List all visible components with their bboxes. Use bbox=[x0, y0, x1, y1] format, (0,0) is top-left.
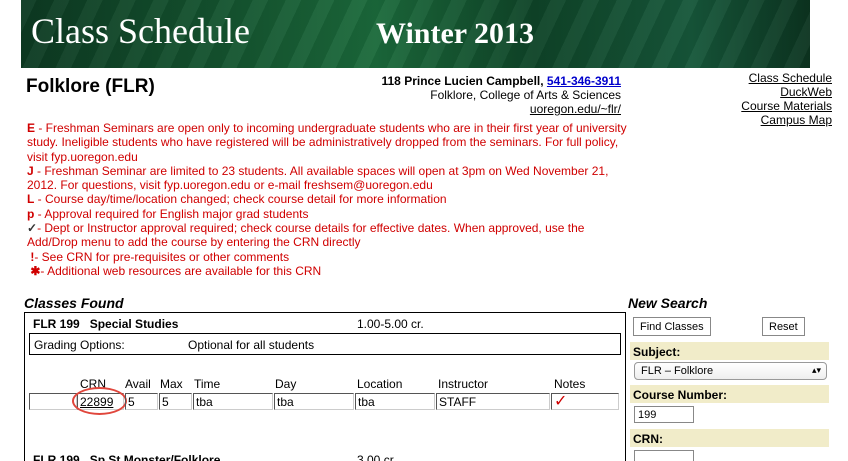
table-row: 22899 5 5 tba tba tba STAFF ✓ bbox=[25, 387, 621, 415]
avail-cell: 5 bbox=[125, 393, 158, 410]
crn-field-area bbox=[630, 447, 829, 461]
link-class-schedule[interactable]: Class Schedule bbox=[741, 71, 832, 85]
search-panel: Find Classes Reset Subject: FLR – Folklo… bbox=[628, 312, 829, 461]
course-credits: 1.00-5.00 cr. bbox=[357, 317, 424, 331]
page-title: Folklore (FLR) bbox=[26, 76, 155, 97]
column-header-day: Day bbox=[275, 377, 297, 391]
notes-cell: ✓ bbox=[551, 393, 619, 410]
note-item: p - Approval required for English major … bbox=[27, 206, 309, 221]
note-item: L - Course day/time/location changed; ch… bbox=[27, 192, 447, 207]
banner-term: Winter 2013 bbox=[376, 17, 535, 50]
note-item: !- See CRN for pre-requisites or other c… bbox=[30, 249, 290, 264]
classes-found-heading: Classes Found bbox=[24, 295, 124, 311]
classes-table: FLR 199 Special Studies 1.00-5.00 cr. Gr… bbox=[24, 312, 626, 461]
column-header-location: Location bbox=[357, 377, 403, 391]
note-item: E - Freshman Seminars are open only to i… bbox=[27, 121, 627, 164]
grading-options: Grading Options: Optional for all studen… bbox=[29, 333, 621, 355]
max-cell: 5 bbox=[159, 393, 192, 410]
select-arrows-icon: ▴▾ bbox=[811, 365, 821, 375]
department-address: 118 Prince Lucien Campbell, bbox=[381, 74, 544, 88]
column-header-max: Max bbox=[160, 377, 183, 391]
department-contact: 118 Prince Lucien Campbell, 541-346-3911… bbox=[382, 74, 622, 116]
new-search-heading: New Search bbox=[628, 295, 708, 311]
row-spacer bbox=[29, 393, 77, 410]
crn-label: CRN: bbox=[630, 429, 829, 447]
asterisk-icon: ✱ bbox=[30, 263, 41, 278]
department-college: Folklore, College of Arts & Sciences bbox=[430, 88, 621, 102]
note-item: ✓- Dept or Instructor approval required;… bbox=[27, 221, 585, 250]
note-item: ✱- Additional web resources are availabl… bbox=[30, 263, 322, 278]
subject-select[interactable]: FLR – Folklore ▴▾ bbox=[634, 362, 827, 380]
column-header-notes: Notes bbox=[554, 377, 586, 391]
course-number-input[interactable] bbox=[634, 406, 694, 423]
course-title: FLR 199 Sp St Monster/Folklore bbox=[33, 453, 221, 461]
column-header-avail: Avail bbox=[125, 377, 151, 391]
reset-button[interactable]: Reset bbox=[762, 317, 805, 336]
time-cell: tba bbox=[193, 393, 273, 410]
quick-links: Class Schedule DuckWeb Course Materials … bbox=[741, 71, 832, 127]
checkmark-icon: ✓ bbox=[27, 221, 38, 236]
link-course-materials[interactable]: Course Materials bbox=[741, 99, 832, 113]
checkmark-icon: ✓ bbox=[554, 393, 568, 410]
subject-field-area: FLR – Folklore ▴▾ bbox=[630, 360, 829, 382]
grading-value: Optional for all students bbox=[188, 338, 315, 352]
course-number-label: Course Number: bbox=[630, 385, 829, 403]
day-cell: tba bbox=[274, 393, 354, 410]
banner-title: Class Schedule bbox=[31, 11, 250, 51]
grading-label: Grading Options: bbox=[34, 338, 125, 352]
find-classes-button[interactable]: Find Classes bbox=[633, 317, 711, 336]
course-credits: 3.00 cr. bbox=[357, 453, 397, 461]
note-item: J - Freshman Seminar are limited to 23 s… bbox=[27, 163, 609, 193]
instructor-cell: STAFF bbox=[436, 393, 550, 410]
highlight-circle bbox=[72, 387, 127, 415]
link-duckweb[interactable]: DuckWeb bbox=[741, 85, 832, 99]
header-banner: Class Schedule Winter 2013 bbox=[21, 0, 810, 68]
crn-input[interactable] bbox=[634, 450, 694, 461]
department-url-link[interactable]: uoregon.edu/~flr/ bbox=[530, 102, 621, 116]
department-phone-link[interactable]: 541-346-3911 bbox=[547, 74, 621, 88]
notes-legend: E - Freshman Seminars are open only to i… bbox=[27, 121, 627, 278]
column-header-time: Time bbox=[194, 377, 221, 391]
subject-label: Subject: bbox=[630, 342, 829, 360]
course-number-field-area bbox=[630, 403, 829, 427]
course-title: FLR 199 Special Studies bbox=[33, 317, 179, 331]
link-campus-map[interactable]: Campus Map bbox=[741, 113, 832, 127]
column-header-instructor: Instructor bbox=[438, 377, 489, 391]
location-cell: tba bbox=[355, 393, 435, 410]
